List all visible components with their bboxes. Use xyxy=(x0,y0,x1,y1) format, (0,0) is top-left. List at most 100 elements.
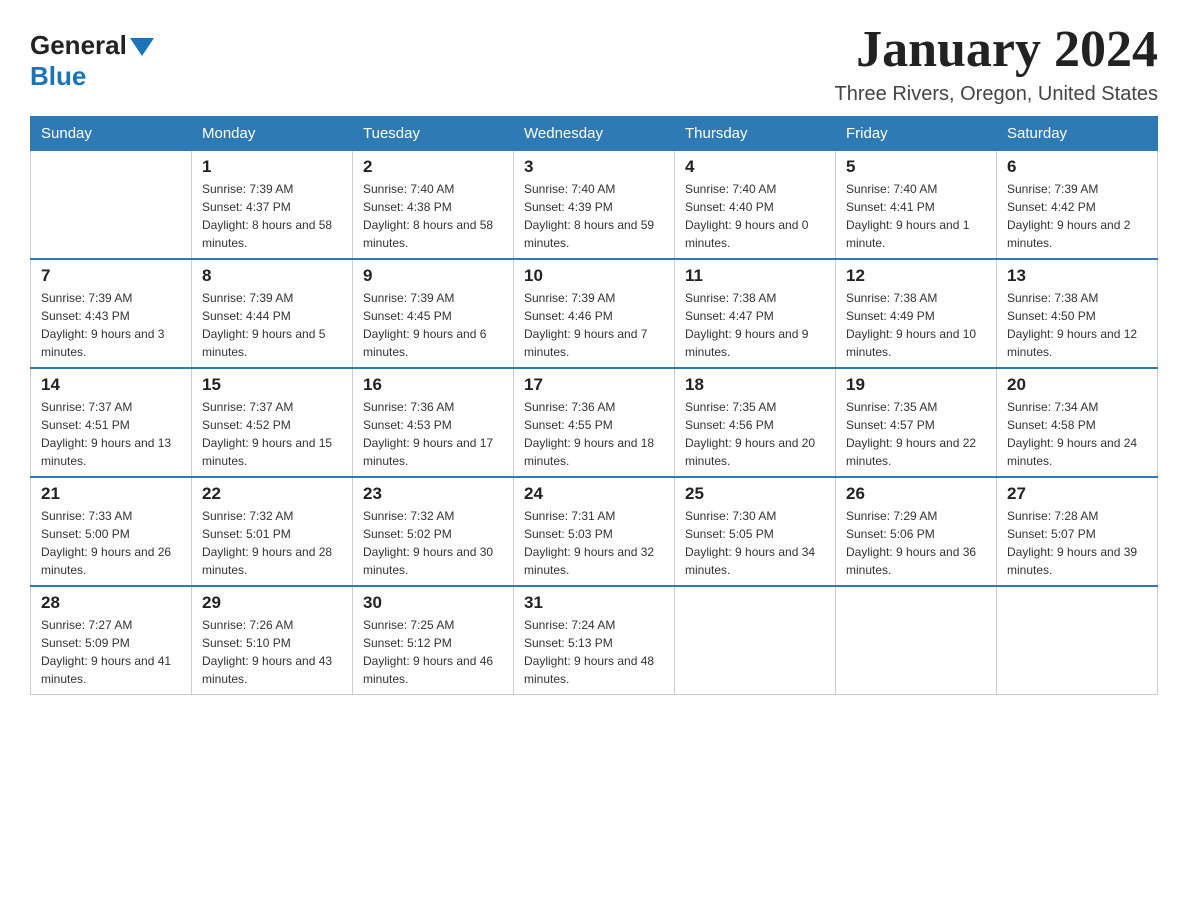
day-number: 5 xyxy=(846,157,986,177)
calendar-cell xyxy=(31,151,192,260)
calendar-cell: 1 Sunrise: 7:39 AMSunset: 4:37 PMDaylight… xyxy=(192,151,353,260)
day-number: 12 xyxy=(846,266,986,286)
calendar-cell xyxy=(836,586,997,695)
calendar-cell: 20 Sunrise: 7:34 AMSunset: 4:58 PMDayligh… xyxy=(997,368,1158,477)
calendar-cell: 15 Sunrise: 7:37 AMSunset: 4:52 PMDayligh… xyxy=(192,368,353,477)
day-number: 20 xyxy=(1007,375,1147,395)
calendar-cell: 6 Sunrise: 7:39 AMSunset: 4:42 PMDaylight… xyxy=(997,151,1158,260)
calendar-week-row: 1 Sunrise: 7:39 AMSunset: 4:37 PMDaylight… xyxy=(31,151,1158,260)
day-info: Sunrise: 7:36 AMSunset: 4:53 PMDaylight:… xyxy=(363,398,503,470)
calendar-week-row: 28 Sunrise: 7:27 AMSunset: 5:09 PMDayligh… xyxy=(31,586,1158,695)
day-info: Sunrise: 7:37 AMSunset: 4:52 PMDaylight:… xyxy=(202,398,342,470)
logo: General Blue xyxy=(30,30,154,92)
day-info: Sunrise: 7:35 AMSunset: 4:57 PMDaylight:… xyxy=(846,398,986,470)
day-number: 31 xyxy=(524,593,664,613)
day-info: Sunrise: 7:34 AMSunset: 4:58 PMDaylight:… xyxy=(1007,398,1147,470)
day-info: Sunrise: 7:35 AMSunset: 4:56 PMDaylight:… xyxy=(685,398,825,470)
day-info: Sunrise: 7:26 AMSunset: 5:10 PMDaylight:… xyxy=(202,616,342,688)
calendar-cell: 30 Sunrise: 7:25 AMSunset: 5:12 PMDayligh… xyxy=(353,586,514,695)
calendar-cell: 21 Sunrise: 7:33 AMSunset: 5:00 PMDayligh… xyxy=(31,477,192,586)
calendar-header-row: SundayMondayTuesdayWednesdayThursdayFrid… xyxy=(31,117,1158,151)
calendar-cell xyxy=(997,586,1158,695)
day-number: 1 xyxy=(202,157,342,177)
title-section: January 2024 Three Rivers, Oregon, Unite… xyxy=(835,20,1158,106)
logo-blue-container xyxy=(127,38,154,54)
day-number: 26 xyxy=(846,484,986,504)
day-number: 3 xyxy=(524,157,664,177)
header-saturday: Saturday xyxy=(997,117,1158,151)
calendar-cell: 22Sunrise: 7:32 AMSunset: 5:01 PMDayligh… xyxy=(192,477,353,586)
day-number: 14 xyxy=(41,375,181,395)
day-number: 7 xyxy=(41,266,181,286)
day-number: 18 xyxy=(685,375,825,395)
logo-general-text: General xyxy=(30,30,127,61)
day-number: 24 xyxy=(524,484,664,504)
calendar-cell: 26 Sunrise: 7:29 AMSunset: 5:06 PMDayligh… xyxy=(836,477,997,586)
day-number: 28 xyxy=(41,593,181,613)
day-info: Sunrise: 7:40 AMSunset: 4:38 PMDaylight:… xyxy=(363,180,503,252)
day-number: 29 xyxy=(202,593,342,613)
day-info: Sunrise: 7:39 AMSunset: 4:45 PMDaylight:… xyxy=(363,289,503,361)
day-info: Sunrise: 7:39 AMSunset: 4:43 PMDaylight:… xyxy=(41,289,181,361)
day-info: Sunrise: 7:24 AMSunset: 5:13 PMDaylight:… xyxy=(524,616,664,688)
day-info: Sunrise: 7:31 AMSunset: 5:03 PMDaylight:… xyxy=(524,507,664,579)
day-info: Sunrise: 7:37 AMSunset: 4:51 PMDaylight:… xyxy=(41,398,181,470)
day-info: Sunrise: 7:28 AMSunset: 5:07 PMDaylight:… xyxy=(1007,507,1147,579)
calendar-cell: 3 Sunrise: 7:40 AMSunset: 4:39 PMDaylight… xyxy=(514,151,675,260)
header-wednesday: Wednesday xyxy=(514,117,675,151)
day-number: 13 xyxy=(1007,266,1147,286)
day-info: Sunrise: 7:30 AMSunset: 5:05 PMDaylight:… xyxy=(685,507,825,579)
day-info: Sunrise: 7:38 AMSunset: 4:50 PMDaylight:… xyxy=(1007,289,1147,361)
day-number: 22 xyxy=(202,484,342,504)
month-title: January 2024 xyxy=(835,20,1158,79)
calendar-cell: 31 Sunrise: 7:24 AMSunset: 5:13 PMDayligh… xyxy=(514,586,675,695)
calendar-cell: 16Sunrise: 7:36 AMSunset: 4:53 PMDayligh… xyxy=(353,368,514,477)
day-info: Sunrise: 7:29 AMSunset: 5:06 PMDaylight:… xyxy=(846,507,986,579)
day-number: 15 xyxy=(202,375,342,395)
day-info: Sunrise: 7:25 AMSunset: 5:12 PMDaylight:… xyxy=(363,616,503,688)
location-text: Three Rivers, Oregon, United States xyxy=(835,83,1158,106)
day-number: 10 xyxy=(524,266,664,286)
day-number: 21 xyxy=(41,484,181,504)
day-number: 2 xyxy=(363,157,503,177)
calendar-cell: 8Sunrise: 7:39 AMSunset: 4:44 PMDaylight… xyxy=(192,259,353,368)
day-info: Sunrise: 7:40 AMSunset: 4:40 PMDaylight:… xyxy=(685,180,825,252)
day-number: 25 xyxy=(685,484,825,504)
day-number: 8 xyxy=(202,266,342,286)
calendar-table: SundayMondayTuesdayWednesdayThursdayFrid… xyxy=(30,116,1158,695)
calendar-cell xyxy=(675,586,836,695)
day-info: Sunrise: 7:33 AMSunset: 5:00 PMDaylight:… xyxy=(41,507,181,579)
logo-triangle-icon xyxy=(130,38,154,56)
day-number: 6 xyxy=(1007,157,1147,177)
header-monday: Monday xyxy=(192,117,353,151)
day-info: Sunrise: 7:38 AMSunset: 4:49 PMDaylight:… xyxy=(846,289,986,361)
day-number: 17 xyxy=(524,375,664,395)
day-number: 27 xyxy=(1007,484,1147,504)
header-thursday: Thursday xyxy=(675,117,836,151)
calendar-cell: 5 Sunrise: 7:40 AMSunset: 4:41 PMDaylight… xyxy=(836,151,997,260)
calendar-cell: 17Sunrise: 7:36 AMSunset: 4:55 PMDayligh… xyxy=(514,368,675,477)
calendar-cell: 13 Sunrise: 7:38 AMSunset: 4:50 PMDayligh… xyxy=(997,259,1158,368)
calendar-cell: 25 Sunrise: 7:30 AMSunset: 5:05 PMDayligh… xyxy=(675,477,836,586)
calendar-week-row: 7 Sunrise: 7:39 AMSunset: 4:43 PMDaylight… xyxy=(31,259,1158,368)
calendar-cell: 4Sunrise: 7:40 AMSunset: 4:40 PMDaylight… xyxy=(675,151,836,260)
day-number: 30 xyxy=(363,593,503,613)
day-info: Sunrise: 7:39 AMSunset: 4:42 PMDaylight:… xyxy=(1007,180,1147,252)
day-info: Sunrise: 7:40 AMSunset: 4:41 PMDaylight:… xyxy=(846,180,986,252)
day-number: 9 xyxy=(363,266,503,286)
day-info: Sunrise: 7:39 AMSunset: 4:37 PMDaylight:… xyxy=(202,180,342,252)
day-info: Sunrise: 7:27 AMSunset: 5:09 PMDaylight:… xyxy=(41,616,181,688)
day-number: 19 xyxy=(846,375,986,395)
calendar-cell: 12 Sunrise: 7:38 AMSunset: 4:49 PMDayligh… xyxy=(836,259,997,368)
page-header: General Blue January 2024 Three Rivers, … xyxy=(30,20,1158,106)
day-info: Sunrise: 7:38 AMSunset: 4:47 PMDaylight:… xyxy=(685,289,825,361)
header-sunday: Sunday xyxy=(31,117,192,151)
calendar-week-row: 14 Sunrise: 7:37 AMSunset: 4:51 PMDayligh… xyxy=(31,368,1158,477)
header-tuesday: Tuesday xyxy=(353,117,514,151)
calendar-cell: 10 Sunrise: 7:39 AMSunset: 4:46 PMDayligh… xyxy=(514,259,675,368)
day-info: Sunrise: 7:39 AMSunset: 4:46 PMDaylight:… xyxy=(524,289,664,361)
header-friday: Friday xyxy=(836,117,997,151)
calendar-cell: 18 Sunrise: 7:35 AMSunset: 4:56 PMDayligh… xyxy=(675,368,836,477)
day-number: 23 xyxy=(363,484,503,504)
day-info: Sunrise: 7:40 AMSunset: 4:39 PMDaylight:… xyxy=(524,180,664,252)
